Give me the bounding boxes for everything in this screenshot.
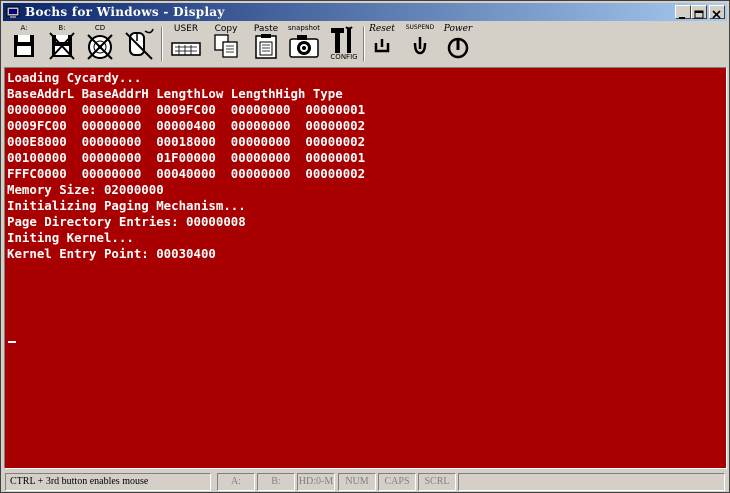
copy-icon [214,34,238,58]
terminal-line: Loading Cycardy... [7,70,142,85]
status-floppy-a: A: [217,473,255,491]
power-button[interactable]: Power [441,23,475,65]
status-caps-lock: CAPS [378,473,416,491]
maximize-icon [694,10,704,19]
config-label: CONFIG [330,53,358,61]
camera-icon [289,35,319,58]
suspend-button[interactable]: SUSPEND [403,23,437,65]
mouse-disabled-icon [125,28,154,60]
terminal-line: Kernel Entry Point: 00030400 [7,246,216,261]
terminal-line: 00100000 00000000 01F00000 00000000 0000… [7,150,366,165]
close-button[interactable] [709,5,725,19]
paste-icon [255,34,277,59]
terminal-line: BaseAddrL BaseAddrH LengthLow LengthHigh… [7,86,343,101]
cdrom-button[interactable]: CD [83,23,117,65]
power-icon [447,37,469,59]
bochs-app-icon [6,6,20,18]
status-floppy-b: B: [257,473,295,491]
suspend-icon [413,37,427,55]
floppy-disk-icon [14,35,34,57]
cdrom-disabled-icon [87,34,113,60]
reset-icon [374,39,390,53]
snapshot-button[interactable]: snapshot [287,23,321,65]
terminal-line: 000E8000 00000000 00018000 00000000 0000… [7,134,366,149]
floppy-disk-disabled-icon [49,32,75,60]
display-screen[interactable]: Loading Cycardy... BaseAddrL BaseAddrH Le… [4,67,727,469]
mouse-button[interactable] [121,23,155,65]
terminal-line: Memory Size: 02000000 [7,182,164,197]
status-num-lock: NUM [338,473,376,491]
user-button[interactable]: USER [169,23,203,65]
reset-button[interactable]: Reset [365,23,399,65]
copy-button[interactable]: Copy [209,23,243,65]
terminal-line: Page Directory Entries: 00000008 [7,214,246,229]
status-scroll-lock: SCRL [418,473,456,491]
minimize-button[interactable] [675,5,691,19]
paste-button[interactable]: Paste [249,23,283,65]
terminal-line: 0009FC00 00000000 00000400 00000000 0000… [7,118,366,133]
toolbar: A: B: CD USER Copy Paste snapshot CONFIG… [3,23,727,65]
terminal-line: 00000000 00000000 0009FC00 00000000 0000… [7,102,366,117]
terminal-output: Loading Cycardy... BaseAddrL BaseAddrH Le… [7,70,365,262]
status-empty-panel [458,473,725,491]
status-bar: CTRL + 3rd button enables mouse A: B: HD… [3,472,727,492]
close-icon [712,10,721,19]
toolbar-separator [161,27,163,61]
title-bar[interactable]: Bochs for Windows - Display [3,3,727,21]
maximize-button[interactable] [691,5,707,19]
config-button[interactable]: CONFIG [327,23,361,65]
status-hint: CTRL + 3rd button enables mouse [5,473,211,491]
window-title: Bochs for Windows - Display [25,5,225,19]
terminal-line: Initializing Paging Mechanism... [7,198,246,213]
text-cursor [8,341,16,343]
bochs-window: Bochs for Windows - Display A: B: CD USE… [0,0,730,493]
floppy-b-button[interactable]: B: [45,23,79,65]
minimize-icon [679,17,685,19]
floppy-a-button[interactable]: A: [7,23,41,65]
terminal-line: Initing Kernel... [7,230,134,245]
terminal-line: FFFC0000 00000000 00040000 00000000 0000… [7,166,366,181]
keyboard-icon [171,42,201,56]
status-hard-disk: HD:0-M [297,473,335,491]
